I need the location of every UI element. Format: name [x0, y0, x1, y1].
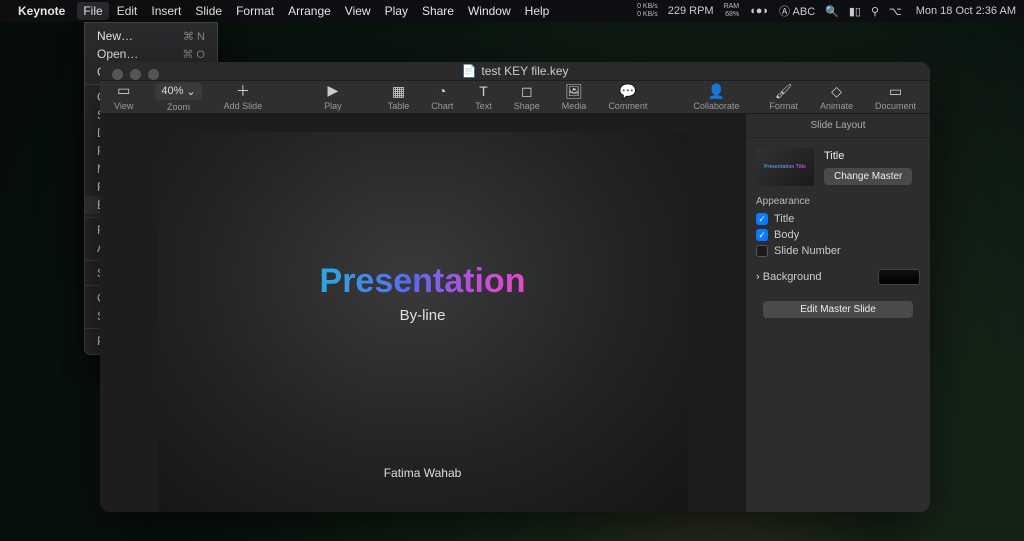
menu-view[interactable]: View	[345, 4, 371, 18]
close-button[interactable]	[112, 69, 123, 80]
slide[interactable]: Presentation By-line Fatima Wahab	[158, 132, 688, 512]
keynote-window: 📄 test KEY file.key ▭View 40%⌄Zoom ＋Add …	[100, 62, 930, 512]
tb-shape[interactable]: ◻Shape	[514, 83, 540, 111]
tb-table[interactable]: ▦Table	[388, 83, 410, 111]
tb-media[interactable]: 🖼Media	[562, 83, 587, 111]
menu-format[interactable]: Format	[236, 4, 274, 18]
background-label: Background	[763, 271, 822, 283]
titlebar: 📄 test KEY file.key	[100, 62, 930, 81]
chk-slide-number-label: Slide Number	[774, 245, 841, 257]
window-controls	[112, 69, 159, 80]
chk-slide-number[interactable]	[756, 245, 768, 257]
input-lang[interactable]: Ⓐ ABC	[779, 3, 815, 19]
network-stat: 0 KB/s0 KB/s	[637, 3, 658, 19]
toggle-icon[interactable]: ◖●◗	[749, 5, 769, 17]
menu-help[interactable]: Help	[525, 4, 550, 18]
tb-play[interactable]: ▶Play	[324, 83, 342, 111]
master-name: Title	[824, 150, 912, 162]
menubar: Keynote File Edit Insert Slide Format Ar…	[0, 0, 1024, 22]
app-name[interactable]: Keynote	[18, 4, 65, 18]
window-title: test KEY file.key	[481, 64, 568, 78]
tb-document[interactable]: ▭Document	[875, 83, 916, 111]
chk-body[interactable]: ✓	[756, 229, 768, 241]
rpm-stat: 229 RPM	[668, 5, 714, 17]
tb-format[interactable]: 🖌Format	[769, 83, 798, 111]
tb-add-slide[interactable]: ＋Add Slide	[224, 83, 263, 111]
tb-chart[interactable]: ◔Chart	[431, 83, 453, 111]
battery-icon[interactable]: ▮▯	[849, 5, 861, 18]
background-row[interactable]: › Background	[756, 269, 920, 285]
edit-master-button[interactable]: Edit Master Slide	[763, 301, 913, 318]
wifi-icon[interactable]: ⚲	[871, 5, 879, 18]
menu-file[interactable]: File	[77, 2, 108, 20]
background-swatch[interactable]	[878, 269, 920, 285]
toolbar: ▭View 40%⌄Zoom ＋Add Slide ▶Play ▦Table ◔…	[100, 81, 930, 114]
spotlight-icon[interactable]: 🔍	[825, 5, 839, 18]
ram-stat: RAM68%	[724, 3, 740, 19]
inspector-section-title: Slide Layout	[746, 114, 930, 138]
file-new[interactable]: New…⌘ N	[85, 27, 217, 45]
control-center-icon[interactable]: ⌥	[889, 5, 902, 18]
menu-window[interactable]: Window	[468, 4, 511, 18]
chk-body-label: Body	[774, 229, 799, 241]
tb-collaborate[interactable]: 👤Collaborate	[693, 83, 739, 111]
slide-author[interactable]: Fatima Wahab	[384, 466, 462, 480]
tb-text[interactable]: TText	[475, 83, 492, 111]
slide-byline[interactable]: By-line	[400, 307, 446, 324]
chk-title-label: Title	[774, 213, 794, 225]
change-master-button[interactable]: Change Master	[824, 168, 912, 185]
tb-comment[interactable]: 💬Comment	[608, 83, 647, 111]
clock[interactable]: Mon 18 Oct 2:36 AM	[916, 5, 1016, 17]
master-thumb: Presentation Title	[756, 148, 814, 186]
doc-icon: 📄	[461, 64, 476, 78]
tb-animate[interactable]: ◇Animate	[820, 83, 853, 111]
menu-share[interactable]: Share	[422, 4, 454, 18]
menu-insert[interactable]: Insert	[151, 4, 181, 18]
tb-zoom[interactable]: 40%⌄Zoom	[155, 83, 201, 112]
menu-slide[interactable]: Slide	[195, 4, 222, 18]
menu-arrange[interactable]: Arrange	[288, 4, 331, 18]
slide-title[interactable]: Presentation	[320, 262, 526, 301]
chk-title[interactable]: ✓	[756, 213, 768, 225]
chk-slide-number-row[interactable]: Slide Number	[756, 245, 920, 257]
file-open[interactable]: Open…⌘ O	[85, 45, 217, 63]
status-right: 0 KB/s0 KB/s 229 RPM RAM68% ◖●◗ Ⓐ ABC 🔍 …	[637, 3, 1016, 19]
zoom-button[interactable]	[148, 69, 159, 80]
inspector: Slide Layout Presentation Title Title Ch…	[745, 114, 930, 512]
canvas[interactable]: Presentation By-line Fatima Wahab	[100, 114, 745, 512]
chk-title-row[interactable]: ✓ Title	[756, 213, 920, 225]
minimize-button[interactable]	[130, 69, 141, 80]
chk-body-row[interactable]: ✓ Body	[756, 229, 920, 241]
tb-view[interactable]: ▭View	[114, 83, 133, 111]
menu-play[interactable]: Play	[385, 4, 408, 18]
menu-edit[interactable]: Edit	[117, 4, 138, 18]
appearance-label: Appearance	[756, 196, 920, 207]
